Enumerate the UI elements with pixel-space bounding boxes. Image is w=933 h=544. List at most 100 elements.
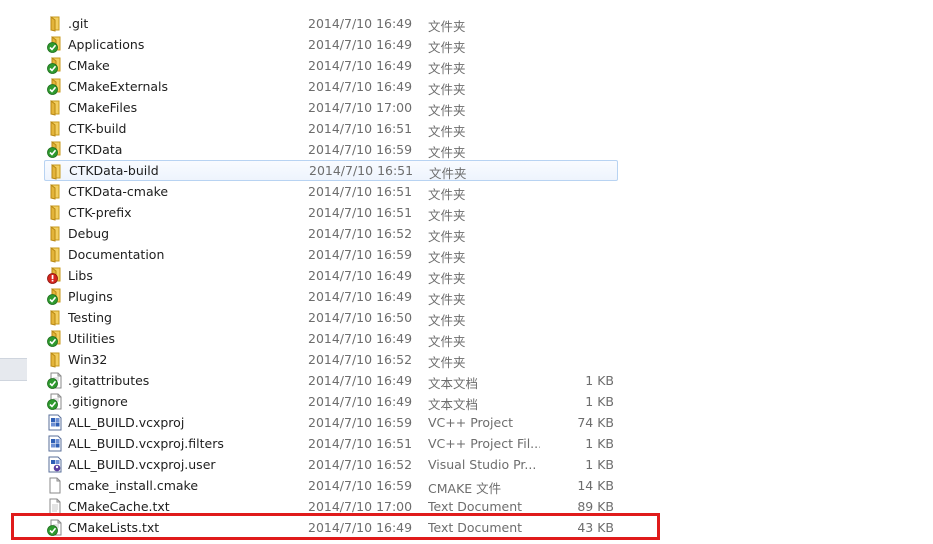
- file-row[interactable]: CTKData-build 2014/7/10 16:51 文件夹: [44, 160, 618, 181]
- file-type: 文件夹: [428, 271, 466, 286]
- file-name: CTKData-build: [69, 163, 159, 178]
- folder-icon: [47, 351, 63, 368]
- folder-icon: [48, 163, 64, 180]
- file-date-modified: 2014/7/10 16:52: [308, 352, 413, 367]
- file-type: 文件夹: [429, 166, 467, 181]
- file-size: 74 KB: [577, 415, 614, 430]
- file-date-modified: 2014/7/10 16:52: [308, 457, 413, 472]
- file-size: 14 KB: [577, 478, 614, 493]
- file-row[interactable]: Documentation 2014/7/10 16:59 文件夹: [40, 244, 660, 265]
- file-date-modified: 2014/7/10 16:50: [308, 310, 413, 325]
- file-type: 文件夹: [428, 103, 466, 118]
- file-date-modified: 2014/7/10 16:59: [308, 478, 413, 493]
- folder-icon: [47, 225, 63, 242]
- file-row[interactable]: CTKData-cmake 2014/7/10 16:51 文件夹: [40, 181, 660, 202]
- file-name: CMakeExternals: [68, 79, 169, 94]
- file-row[interactable]: .git 2014/7/10 16:49 文件夹: [40, 13, 660, 34]
- file-row[interactable]: ALL_BUILD.vcxproj.filters 2014/7/10 16:51…: [40, 433, 660, 454]
- folder-check-icon: [47, 330, 63, 347]
- file-type: 文件夹: [428, 19, 466, 34]
- folder-check-icon: [47, 288, 63, 305]
- file-name: Documentation: [68, 247, 165, 262]
- file-size: 1 KB: [585, 373, 614, 388]
- file-name: CMakeCache.txt: [68, 499, 170, 514]
- file-row[interactable]: Applications 2014/7/10 16:49 文件夹: [40, 34, 660, 55]
- navigation-pane: [0, 0, 27, 544]
- file-date-modified: 2014/7/10 17:00: [308, 499, 413, 514]
- file-size: 1 KB: [585, 457, 614, 472]
- file-row[interactable]: .gitattributes 2014/7/10 16:49 文本文档 1 KB: [40, 370, 660, 391]
- file-type: 文件夹: [428, 250, 466, 265]
- file-type: 文件夹: [428, 82, 466, 97]
- file-type: 文本文档: [428, 397, 479, 412]
- file-row[interactable]: Testing 2014/7/10 16:50 文件夹: [40, 307, 660, 328]
- file-type: VC++ Project Fil...: [428, 436, 540, 451]
- file-date-modified: 2014/7/10 16:52: [308, 226, 413, 241]
- file-type: 文件夹: [428, 229, 466, 244]
- file-name: CMake: [68, 58, 110, 73]
- file-name: Applications: [68, 37, 145, 52]
- file-row[interactable]: CTK-build 2014/7/10 16:51 文件夹: [40, 118, 660, 139]
- navigation-pane-item[interactable]: [0, 358, 27, 381]
- file-date-modified: 2014/7/10 16:51: [308, 205, 413, 220]
- vcxproj-file-icon: [47, 435, 63, 452]
- file-row[interactable]: Utilities 2014/7/10 16:49 文件夹: [40, 328, 660, 349]
- file-row[interactable]: CTKData 2014/7/10 16:59 文件夹: [40, 139, 660, 160]
- file-type: 文件夹: [428, 313, 466, 328]
- file-date-modified: 2014/7/10 16:59: [308, 415, 413, 430]
- vs-user-file-icon: [47, 456, 63, 473]
- file-date-modified: 2014/7/10 16:51: [308, 121, 413, 136]
- file-row[interactable]: Plugins 2014/7/10 16:49 文件夹: [40, 286, 660, 307]
- file-date-modified: 2014/7/10 16:51: [309, 163, 414, 178]
- file-date-modified: 2014/7/10 16:49: [308, 79, 413, 94]
- file-name: .gitattributes: [68, 373, 150, 388]
- file-row[interactable]: Win32 2014/7/10 16:52 文件夹: [40, 349, 660, 370]
- file-name: ALL_BUILD.vcxproj.filters: [68, 436, 224, 451]
- file-name: Testing: [68, 310, 112, 325]
- file-name: ALL_BUILD.vcxproj.user: [68, 457, 216, 472]
- file-row[interactable]: CTK-prefix 2014/7/10 16:51 文件夹: [40, 202, 660, 223]
- folder-icon: [47, 120, 63, 137]
- file-size: 89 KB: [577, 499, 614, 514]
- file-date-modified: 2014/7/10 16:49: [308, 331, 413, 346]
- file-date-modified: 2014/7/10 16:49: [308, 268, 413, 283]
- folder-icon: [47, 99, 63, 116]
- file-date-modified: 2014/7/10 16:49: [308, 289, 413, 304]
- file-name: .gitignore: [68, 394, 128, 409]
- file-type: Text Document: [428, 499, 523, 514]
- file-type: 文件夹: [428, 355, 466, 370]
- file-type: 文件夹: [428, 334, 466, 349]
- folder-check-icon: [47, 141, 63, 158]
- file-row[interactable]: CMakeFiles 2014/7/10 17:00 文件夹: [40, 97, 660, 118]
- generic-file-icon: [47, 477, 63, 494]
- file-date-modified: 2014/7/10 16:49: [308, 394, 413, 409]
- file-row[interactable]: cmake_install.cmake 2014/7/10 16:59 CMAKE …: [40, 475, 660, 496]
- file-date-modified: 2014/7/10 16:51: [308, 436, 413, 451]
- vcxproj-file-icon: [47, 414, 63, 431]
- file-name: CTKData-cmake: [68, 184, 169, 199]
- folder-icon: [47, 309, 63, 326]
- file-type: 文本文档: [428, 376, 479, 391]
- file-type: 文件夹: [428, 187, 466, 202]
- file-type: Visual Studio Pr...: [428, 457, 537, 472]
- folder-icon: [47, 183, 63, 200]
- file-name: CTK-build: [68, 121, 127, 136]
- file-name: CTK-prefix: [68, 205, 132, 220]
- file-type: 文件夹: [428, 61, 466, 76]
- file-row[interactable]: .gitignore 2014/7/10 16:49 文本文档 1 KB: [40, 391, 660, 412]
- file-row[interactable]: CMakeExternals 2014/7/10 16:49 文件夹: [40, 76, 660, 97]
- folder-check-icon: [47, 36, 63, 53]
- text-file-check-icon: [47, 393, 63, 410]
- file-row[interactable]: Debug 2014/7/10 16:52 文件夹: [40, 223, 660, 244]
- file-row[interactable]: ALL_BUILD.vcxproj 2014/7/10 16:59 VC++ Pro…: [40, 412, 660, 433]
- file-row[interactable]: ALL_BUILD.vcxproj.user 2014/7/10 16:52 Vis…: [40, 454, 660, 475]
- file-type: 文件夹: [428, 40, 466, 55]
- file-row[interactable]: CMake 2014/7/10 16:49 文件夹: [40, 55, 660, 76]
- file-size: 1 KB: [585, 394, 614, 409]
- file-date-modified: 2014/7/10 16:49: [308, 373, 413, 388]
- file-type: 文件夹: [428, 145, 466, 160]
- file-row[interactable]: Libs 2014/7/10 16:49 文件夹: [40, 265, 660, 286]
- file-name: Win32: [68, 352, 108, 367]
- file-name: CTKData: [68, 142, 123, 157]
- file-type: VC++ Project: [428, 415, 513, 430]
